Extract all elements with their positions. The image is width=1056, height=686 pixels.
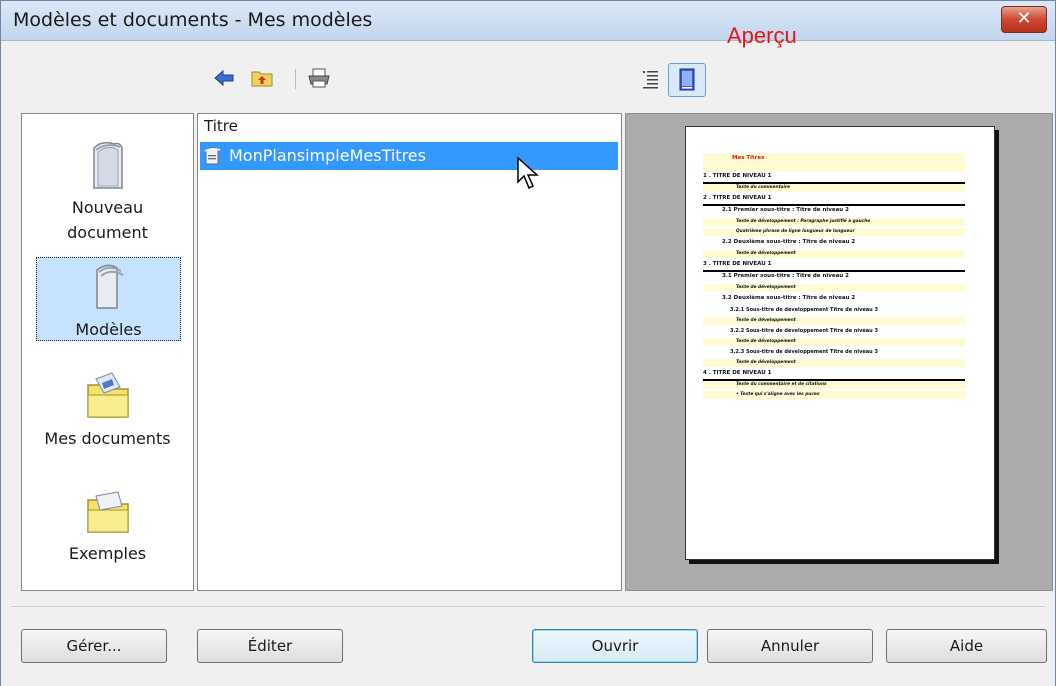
preview-line: 3.1 Premier sous-titre : Titre de niveau… [722, 273, 849, 279]
category-label: Modèles [75, 320, 142, 339]
template-list-panel: Titre MonPlansimpleMesTitres [197, 113, 622, 591]
manage-button[interactable]: Gérer... [21, 629, 167, 663]
preview-line: Texte de développement [736, 285, 796, 290]
preview-line: 3.2 Deuxième sous-titre : Titre de nivea… [722, 295, 856, 301]
preview-line: 3.2.1 Sous-titre de développement Titre … [730, 307, 878, 313]
cancel-button-label: Annuler [760, 637, 820, 655]
preview-panel: Mes Titres 1 . TITRE DE NIVEAU 1 Texte du… [625, 113, 1053, 591]
help-button[interactable]: Aide [886, 629, 1047, 663]
preview-icon [679, 68, 695, 91]
new-document-icon [92, 141, 123, 189]
preview-line: 2 . TITRE DE NIVEAU 1 [703, 195, 772, 201]
category-label: Exemples [68, 544, 147, 563]
preview-line: 3.2.3 Sous-titre de développement Titre … [730, 349, 878, 355]
examples-folder-icon [86, 491, 129, 533]
help-button-label: Aide [949, 637, 984, 655]
category-my-documents[interactable]: Mes documents [22, 369, 193, 451]
preview-toggle-button[interactable] [668, 63, 706, 97]
category-new-document[interactable]: Nouveau document [22, 138, 193, 245]
category-examples[interactable]: Exemples [22, 484, 193, 566]
edit-button-label: Éditer [247, 637, 293, 655]
document-properties-icon[interactable] [642, 69, 660, 89]
category-label-line2: document [67, 223, 148, 242]
category-label: Mes documents [44, 429, 171, 448]
category-panel: Nouveau document Modèles Mes documents E… [21, 113, 194, 591]
templates-icon [95, 264, 124, 309]
dialog-window: Modèles et documents - Mes modèles ✕ Ape… [0, 0, 1056, 686]
window-title: Modèles et documents - Mes modèles [13, 9, 373, 31]
preview-line: Texte de développement [736, 318, 796, 323]
print-icon[interactable] [307, 68, 331, 88]
preview-line: 4 . TITRE DE NIVEAU 1 [703, 370, 772, 376]
folder-up-icon[interactable] [251, 68, 273, 88]
preview-line: 2.1 Premier sous-titre : Titre de niveau… [722, 207, 849, 213]
preview-line: Quatrième phrase de ligne longueur de lo… [736, 229, 855, 234]
title-bar[interactable]: Modèles et documents - Mes modèles ✕ [1, 1, 1055, 41]
edit-button[interactable]: Éditer [197, 629, 343, 663]
list-item[interactable]: MonPlansimpleMesTitres [200, 142, 618, 170]
preview-line: Texte du commentaire [736, 185, 791, 190]
preview-line: 3.2.2 Sous-titre de développement Titre … [730, 328, 878, 334]
template-file-icon [204, 147, 221, 165]
close-button[interactable]: ✕ [1001, 6, 1047, 33]
preview-doc-title: Mes Titres [732, 155, 765, 161]
manage-button-label: Gérer... [66, 637, 122, 655]
preview-line: Texte de développement : Paragraphe just… [736, 219, 871, 224]
open-button[interactable]: Ouvrir [532, 629, 698, 663]
preview-line: 3 . TITRE DE NIVEAU 1 [703, 261, 772, 267]
toolbar-separator [295, 69, 296, 89]
preview-line: 1 . TITRE DE NIVEAU 1 [703, 173, 772, 179]
preview-line: Texte de développement [736, 251, 796, 256]
my-documents-folder-icon [86, 372, 129, 418]
preview-line: Texte du commentaire et de citations [736, 382, 827, 387]
mouse-cursor-icon [517, 156, 539, 190]
button-row-separator [11, 606, 1045, 607]
preview-line: Texte de développement [736, 339, 796, 344]
preview-heading-rule [703, 204, 965, 206]
category-templates[interactable]: Modèles [36, 257, 181, 341]
preview-line: Texte de développement [736, 360, 796, 365]
preview-line: 2.2 Deuxième sous-titre : Titre de nivea… [722, 239, 856, 245]
preview-line: • Texte qui s'aligne avec les puces [736, 392, 820, 397]
category-label-line1: Nouveau [71, 198, 144, 217]
column-header-title[interactable]: Titre [200, 116, 238, 136]
preview-page: Mes Titres 1 . TITRE DE NIVEAU 1 Texte du… [685, 126, 995, 560]
cancel-button[interactable]: Annuler [707, 629, 873, 663]
open-button-label: Ouvrir [591, 637, 639, 655]
list-item-name: MonPlansimpleMesTitres [229, 146, 426, 165]
preview-label: Aperçu [727, 23, 797, 48]
back-arrow-icon[interactable] [213, 69, 235, 87]
preview-heading-rule [703, 270, 965, 272]
